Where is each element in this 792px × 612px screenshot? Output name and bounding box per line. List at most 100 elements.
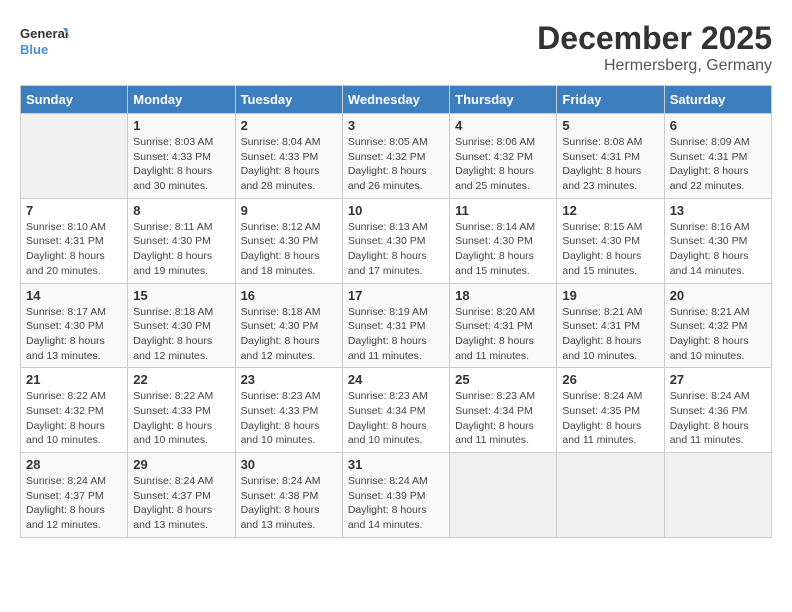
day-number: 7 — [26, 203, 122, 218]
day-number: 9 — [241, 203, 337, 218]
day-number: 23 — [241, 372, 337, 387]
calendar-cell: 1 Sunrise: 8:03 AMSunset: 4:33 PMDaylight… — [128, 114, 235, 199]
day-number: 14 — [26, 288, 122, 303]
day-number: 22 — [133, 372, 229, 387]
calendar-cell: 7 Sunrise: 8:10 AMSunset: 4:31 PMDaylight… — [21, 198, 128, 283]
day-detail: Sunrise: 8:21 AMSunset: 4:31 PMDaylight:… — [562, 305, 658, 364]
day-detail: Sunrise: 8:09 AMSunset: 4:31 PMDaylight:… — [670, 135, 766, 194]
day-number: 29 — [133, 457, 229, 472]
calendar-cell — [664, 453, 771, 538]
day-detail: Sunrise: 8:24 AMSunset: 4:37 PMDaylight:… — [26, 474, 122, 533]
day-number: 1 — [133, 118, 229, 133]
day-header-wednesday: Wednesday — [342, 86, 449, 114]
day-detail: Sunrise: 8:24 AMSunset: 4:35 PMDaylight:… — [562, 389, 658, 448]
day-detail: Sunrise: 8:24 AMSunset: 4:36 PMDaylight:… — [670, 389, 766, 448]
day-detail: Sunrise: 8:17 AMSunset: 4:30 PMDaylight:… — [26, 305, 122, 364]
day-number: 15 — [133, 288, 229, 303]
calendar-cell — [450, 453, 557, 538]
day-detail: Sunrise: 8:24 AMSunset: 4:38 PMDaylight:… — [241, 474, 337, 533]
calendar-cell: 11Sunrise: 8:14 AMSunset: 4:30 PMDayligh… — [450, 198, 557, 283]
day-header-thursday: Thursday — [450, 86, 557, 114]
day-detail: Sunrise: 8:12 AMSunset: 4:30 PMDaylight:… — [241, 220, 337, 279]
day-detail: Sunrise: 8:22 AMSunset: 4:33 PMDaylight:… — [133, 389, 229, 448]
page-header: General Blue December 2025 Hermersberg, … — [20, 20, 772, 75]
calendar-cell: 25 Sunrise: 8:23 AMSunset: 4:34 PMDayligh… — [450, 368, 557, 453]
calendar-cell: 31 Sunrise: 8:24 AMSunset: 4:39 PMDayligh… — [342, 453, 449, 538]
calendar-cell: 23Sunrise: 8:23 AMSunset: 4:33 PMDayligh… — [235, 368, 342, 453]
calendar-cell: 30 Sunrise: 8:24 AMSunset: 4:38 PMDayligh… — [235, 453, 342, 538]
calendar-cell: 19Sunrise: 8:21 AMSunset: 4:31 PMDayligh… — [557, 283, 664, 368]
calendar-cell: 18 Sunrise: 8:20 AMSunset: 4:31 PMDayligh… — [450, 283, 557, 368]
logo: General Blue — [20, 20, 70, 65]
calendar-cell: 21 Sunrise: 8:22 AMSunset: 4:32 PMDayligh… — [21, 368, 128, 453]
day-number: 4 — [455, 118, 551, 133]
day-number: 30 — [241, 457, 337, 472]
day-number: 10 — [348, 203, 444, 218]
day-number: 25 — [455, 372, 551, 387]
calendar-week-row: 1 Sunrise: 8:03 AMSunset: 4:33 PMDaylight… — [21, 114, 772, 199]
day-detail: Sunrise: 8:14 AMSunset: 4:30 PMDaylight:… — [455, 220, 551, 279]
day-number: 2 — [241, 118, 337, 133]
calendar-cell: 16 Sunrise: 8:18 AMSunset: 4:30 PMDayligh… — [235, 283, 342, 368]
day-detail: Sunrise: 8:05 AMSunset: 4:32 PMDaylight:… — [348, 135, 444, 194]
calendar-cell: 4Sunrise: 8:06 AMSunset: 4:32 PMDaylight… — [450, 114, 557, 199]
svg-text:Blue: Blue — [20, 42, 48, 57]
day-number: 8 — [133, 203, 229, 218]
calendar-week-row: 21 Sunrise: 8:22 AMSunset: 4:32 PMDayligh… — [21, 368, 772, 453]
calendar-cell — [557, 453, 664, 538]
calendar-cell: 14 Sunrise: 8:17 AMSunset: 4:30 PMDayligh… — [21, 283, 128, 368]
day-number: 24 — [348, 372, 444, 387]
day-detail: Sunrise: 8:23 AMSunset: 4:34 PMDaylight:… — [348, 389, 444, 448]
day-detail: Sunrise: 8:20 AMSunset: 4:31 PMDaylight:… — [455, 305, 551, 364]
day-detail: Sunrise: 8:24 AMSunset: 4:37 PMDaylight:… — [133, 474, 229, 533]
calendar-cell: 15 Sunrise: 8:18 AMSunset: 4:30 PMDayligh… — [128, 283, 235, 368]
calendar-cell: 10 Sunrise: 8:13 AMSunset: 4:30 PMDayligh… — [342, 198, 449, 283]
calendar-cell: 27 Sunrise: 8:24 AMSunset: 4:36 PMDayligh… — [664, 368, 771, 453]
day-number: 21 — [26, 372, 122, 387]
calendar-cell: 6Sunrise: 8:09 AMSunset: 4:31 PMDaylight… — [664, 114, 771, 199]
day-detail: Sunrise: 8:22 AMSunset: 4:32 PMDaylight:… — [26, 389, 122, 448]
day-header-saturday: Saturday — [664, 86, 771, 114]
calendar-cell: 17Sunrise: 8:19 AMSunset: 4:31 PMDayligh… — [342, 283, 449, 368]
day-detail: Sunrise: 8:18 AMSunset: 4:30 PMDaylight:… — [133, 305, 229, 364]
calendar-cell: 3Sunrise: 8:05 AMSunset: 4:32 PMDaylight… — [342, 114, 449, 199]
title-area: December 2025 Hermersberg, Germany — [537, 20, 772, 75]
day-number: 26 — [562, 372, 658, 387]
calendar-week-row: 7 Sunrise: 8:10 AMSunset: 4:31 PMDaylight… — [21, 198, 772, 283]
calendar-cell: 9 Sunrise: 8:12 AMSunset: 4:30 PMDaylight… — [235, 198, 342, 283]
day-number: 31 — [348, 457, 444, 472]
day-detail: Sunrise: 8:23 AMSunset: 4:34 PMDaylight:… — [455, 389, 551, 448]
calendar-cell: 8 Sunrise: 8:11 AMSunset: 4:30 PMDaylight… — [128, 198, 235, 283]
calendar-header-row: SundayMondayTuesdayWednesdayThursdayFrid… — [21, 86, 772, 114]
day-detail: Sunrise: 8:24 AMSunset: 4:39 PMDaylight:… — [348, 474, 444, 533]
month-title: December 2025 — [537, 20, 772, 57]
day-detail: Sunrise: 8:08 AMSunset: 4:31 PMDaylight:… — [562, 135, 658, 194]
day-number: 18 — [455, 288, 551, 303]
day-detail: Sunrise: 8:04 AMSunset: 4:33 PMDaylight:… — [241, 135, 337, 194]
day-detail: Sunrise: 8:18 AMSunset: 4:30 PMDaylight:… — [241, 305, 337, 364]
day-detail: Sunrise: 8:03 AMSunset: 4:33 PMDaylight:… — [133, 135, 229, 194]
day-detail: Sunrise: 8:15 AMSunset: 4:30 PMDaylight:… — [562, 220, 658, 279]
calendar-cell: 12Sunrise: 8:15 AMSunset: 4:30 PMDayligh… — [557, 198, 664, 283]
day-detail: Sunrise: 8:11 AMSunset: 4:30 PMDaylight:… — [133, 220, 229, 279]
calendar-week-row: 14 Sunrise: 8:17 AMSunset: 4:30 PMDayligh… — [21, 283, 772, 368]
day-detail: Sunrise: 8:10 AMSunset: 4:31 PMDaylight:… — [26, 220, 122, 279]
calendar-week-row: 28Sunrise: 8:24 AMSunset: 4:37 PMDayligh… — [21, 453, 772, 538]
calendar-cell: 13Sunrise: 8:16 AMSunset: 4:30 PMDayligh… — [664, 198, 771, 283]
day-header-friday: Friday — [557, 86, 664, 114]
logo-svg: General Blue — [20, 20, 70, 65]
calendar-cell: 2 Sunrise: 8:04 AMSunset: 4:33 PMDaylight… — [235, 114, 342, 199]
location-title: Hermersberg, Germany — [537, 57, 772, 75]
calendar-cell: 29 Sunrise: 8:24 AMSunset: 4:37 PMDayligh… — [128, 453, 235, 538]
day-detail: Sunrise: 8:19 AMSunset: 4:31 PMDaylight:… — [348, 305, 444, 364]
day-number: 20 — [670, 288, 766, 303]
day-number: 27 — [670, 372, 766, 387]
day-number: 16 — [241, 288, 337, 303]
day-detail: Sunrise: 8:13 AMSunset: 4:30 PMDaylight:… — [348, 220, 444, 279]
calendar-cell: 20Sunrise: 8:21 AMSunset: 4:32 PMDayligh… — [664, 283, 771, 368]
calendar-cell: 22 Sunrise: 8:22 AMSunset: 4:33 PMDayligh… — [128, 368, 235, 453]
calendar-cell: 5Sunrise: 8:08 AMSunset: 4:31 PMDaylight… — [557, 114, 664, 199]
calendar-cell: 26 Sunrise: 8:24 AMSunset: 4:35 PMDayligh… — [557, 368, 664, 453]
day-header-monday: Monday — [128, 86, 235, 114]
calendar-table: SundayMondayTuesdayWednesdayThursdayFrid… — [20, 85, 772, 538]
